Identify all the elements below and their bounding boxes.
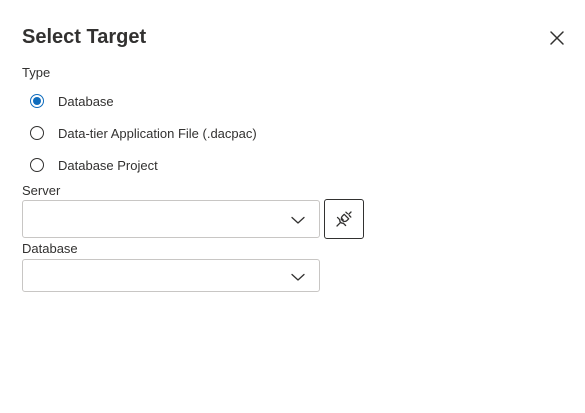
database-label: Database	[22, 241, 78, 256]
type-label: Type	[22, 65, 51, 80]
radio-button-database[interactable]	[30, 94, 44, 108]
radio-option-database[interactable]: Database	[30, 91, 114, 111]
plug-connect-icon	[333, 208, 355, 230]
radio-option-dacpac[interactable]: Data-tier Application File (.dacpac)	[30, 123, 257, 143]
radio-label-dacpac: Data-tier Application File (.dacpac)	[58, 125, 257, 141]
radio-label-database-project: Database Project	[58, 157, 158, 173]
database-dropdown[interactable]	[22, 259, 320, 292]
connect-server-button[interactable]	[324, 199, 364, 239]
chevron-down-icon	[291, 213, 305, 225]
server-label: Server	[22, 183, 61, 198]
close-button[interactable]	[545, 26, 569, 50]
chevron-down-icon	[291, 270, 305, 282]
radio-button-database-project[interactable]	[30, 158, 44, 172]
close-icon	[549, 30, 565, 46]
select-target-dialog: Select Target Type Database Data-tier Ap…	[0, 0, 585, 413]
server-dropdown[interactable]	[22, 200, 320, 238]
radio-option-database-project[interactable]: Database Project	[30, 155, 158, 175]
dialog-title: Select Target	[22, 26, 147, 48]
radio-button-dacpac[interactable]	[30, 126, 44, 140]
radio-label-database: Database	[58, 93, 114, 109]
